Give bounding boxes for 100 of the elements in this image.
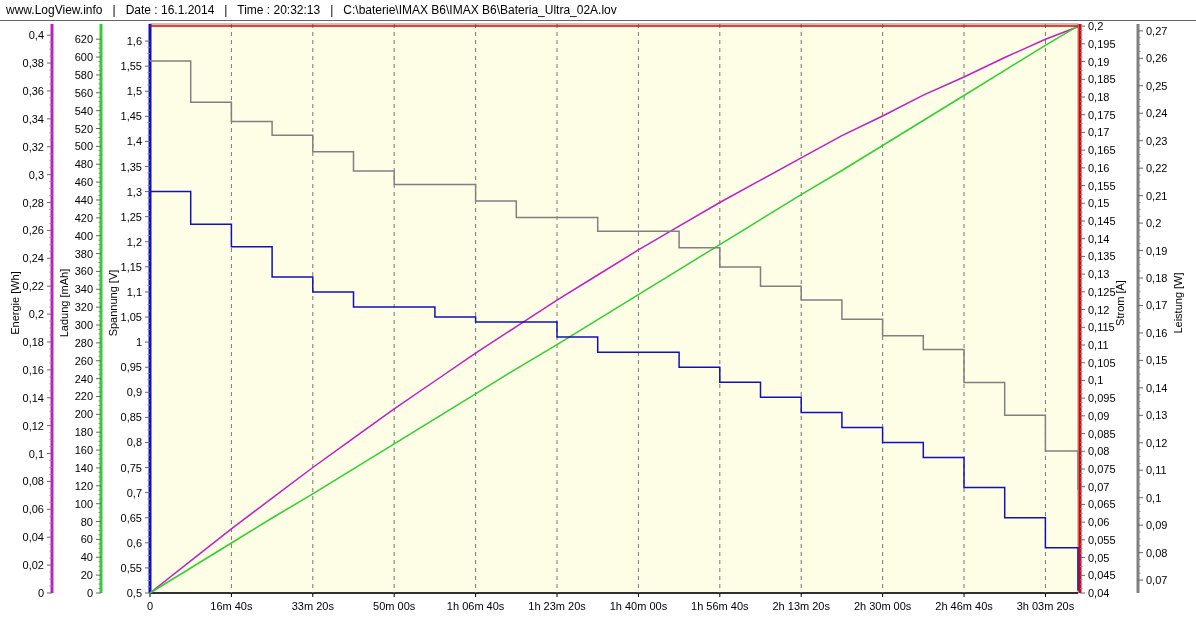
y-axis-label: 0,12: [22, 419, 44, 432]
y-axis-label: 0,2: [1088, 21, 1104, 33]
y-axis-label: 1,55: [120, 60, 142, 73]
y-axis-label: 420: [74, 211, 93, 224]
y-axis-label: 0,08: [1146, 546, 1168, 559]
y-axis-label: 0,19: [1146, 244, 1168, 257]
y-axis-label: 0,22: [1146, 162, 1168, 175]
y-axis-label: 600: [74, 51, 93, 64]
y-axis-label: 0,14: [1088, 232, 1110, 245]
y-axis-label: 0,13: [1088, 268, 1110, 281]
y-axis-label: 0,13: [1146, 409, 1168, 422]
x-axis-label: 2h 13m 20s: [772, 600, 830, 612]
x-axis-label: 2h 46m 40s: [935, 600, 993, 612]
y-axis-label: 0,24: [22, 252, 44, 265]
y-axis-label: 320: [74, 301, 93, 314]
y-axis-label: 0,155: [1088, 179, 1116, 192]
y-axis-label: 480: [74, 158, 93, 171]
y-axis-label: 0,25: [1146, 79, 1168, 92]
y-axis-label: 0,14: [1146, 381, 1168, 394]
axis-title: Ladung [mAh]: [58, 268, 70, 338]
y-axis-label: 0,15: [1146, 354, 1168, 367]
y-axis-label: 0,135: [1088, 250, 1116, 263]
axis-title: Spannung [V]: [107, 269, 119, 337]
y-axis-label: 0,045: [1088, 569, 1116, 582]
y-axis-label: 0,23: [1146, 134, 1168, 147]
y-axis-label: 0,65: [120, 511, 142, 524]
x-axis-label: 1h 40m 00s: [609, 600, 668, 612]
y-axis-label: 0,04: [1088, 587, 1110, 599]
y-axis-label: 0,7: [126, 486, 142, 499]
y-axis-label: 400: [74, 229, 93, 242]
y-axis-label: 0,95: [120, 361, 142, 374]
y-axis-label: 0,12: [1088, 303, 1110, 316]
y-axis-label: 0,1: [28, 447, 44, 460]
y-axis-label: 0,075: [1088, 463, 1116, 475]
x-axis-label: 2h 30m 00s: [853, 600, 912, 612]
y-axis-label: 0,09: [1146, 519, 1168, 532]
y-axis-label: 1: [135, 336, 142, 349]
y-axis-label: 0,115: [1088, 321, 1115, 334]
y-axis-label: 0,26: [1146, 52, 1168, 65]
y-axis-label: 0,145: [1088, 215, 1116, 227]
y-axis-label: 0,105: [1088, 356, 1116, 369]
y-axis-label: 0,32: [22, 140, 44, 153]
y-axis-label: 0,185: [1088, 73, 1116, 86]
y-axis-label: 0,1: [1088, 374, 1104, 387]
y-axis-label: 0,14: [22, 391, 44, 404]
y-axis-label: 620: [74, 33, 93, 46]
y-axis-label: 380: [74, 247, 93, 260]
y-axis-label: 0,17: [1088, 126, 1110, 139]
y-axis-label: 0,38: [22, 57, 44, 70]
y-axis-label: 1,15: [120, 260, 142, 273]
y-axis-label: 1,35: [120, 160, 142, 173]
y-axis-label: 0,02: [22, 559, 44, 572]
y-axis-label: 0,15: [1088, 197, 1110, 210]
y-axis-label: 500: [74, 140, 93, 153]
x-axis-label: 0: [146, 600, 154, 612]
axis-title: Energie [Wh]: [9, 271, 21, 335]
x-axis-label: 16m 40s: [210, 600, 253, 612]
y-axis-label: 0,36: [22, 84, 44, 97]
y-axis-label: 0,095: [1088, 392, 1116, 405]
y-axis-label: 0,04: [22, 531, 44, 544]
y-axis-label: 0,9: [126, 386, 142, 399]
y-axis-label: 1,45: [120, 110, 142, 123]
y-axis-label: 0,06: [1088, 516, 1110, 529]
y-axis-label: 0,11: [1088, 339, 1109, 351]
y-axis-label: 300: [74, 319, 93, 332]
y-axis-label: 580: [74, 68, 93, 81]
y-axis-label: 0,34: [22, 112, 44, 125]
y-axis-label: 0,08: [1088, 445, 1110, 458]
y-axis-label: 0,175: [1088, 108, 1116, 121]
y-axis-label: 0,55: [120, 561, 142, 574]
y-axis-label: 0,75: [120, 461, 142, 474]
y-axis-label: 340: [74, 283, 93, 296]
y-axis-label: 280: [74, 336, 93, 349]
y-axis-label: 0,06: [22, 503, 44, 516]
y-axis-label: 540: [74, 104, 93, 117]
y-axis-label: 40: [80, 551, 93, 564]
y-axis-label: 360: [74, 265, 93, 278]
y-axis-label: 0,6: [126, 536, 142, 549]
y-axis-label: 200: [74, 408, 93, 421]
y-axis-label: 520: [74, 122, 93, 135]
y-axis-label: 0,18: [22, 335, 44, 348]
y-axis-label: 0,07: [1146, 574, 1168, 587]
y-axis-label: 0,05: [1088, 551, 1110, 564]
y-axis-label: 160: [74, 444, 93, 457]
y-axis-label: 1,6: [126, 35, 142, 48]
y-axis-label: 0,3: [28, 168, 44, 181]
y-axis-label: 1,05: [120, 311, 142, 324]
y-axis-label: 120: [74, 479, 93, 492]
y-axis-label: 140: [74, 461, 93, 474]
y-axis-label: 60: [80, 533, 93, 546]
y-axis-label: 0,27: [1146, 24, 1168, 37]
y-axis-label: 180: [74, 426, 93, 439]
y-axis-label: 0,21: [1146, 189, 1168, 202]
y-axis-label: 0: [86, 587, 93, 599]
y-axis-label: 0,2: [1146, 217, 1162, 230]
y-axis-label: 1,4: [126, 135, 142, 148]
y-axis-label: 0,12: [1146, 436, 1168, 449]
header-info: www.LogView.info | Date : 16.1.2014 | Time : 20:32:13 | C:\baterie\IMAX B6\IMAX B6\Bateria_Ultra_02A.lov: [6, 3, 617, 17]
axis-title: Leistung [W]: [1172, 272, 1184, 334]
y-axis-label: 0,18: [1146, 272, 1168, 284]
